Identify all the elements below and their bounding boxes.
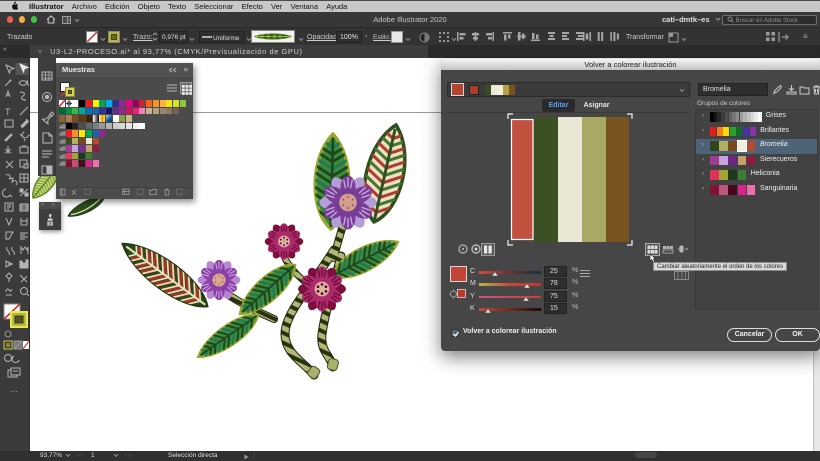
svg-text:T: T	[5, 107, 11, 117]
svg-text:…: …	[10, 385, 18, 394]
